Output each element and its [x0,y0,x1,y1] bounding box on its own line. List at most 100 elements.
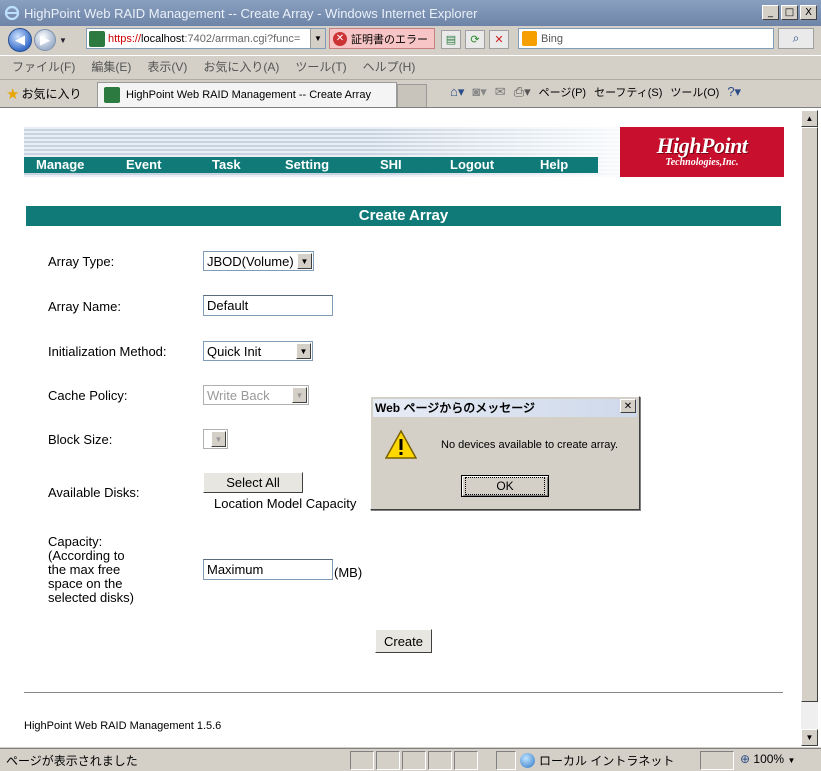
capacity-input[interactable]: Maximum [203,559,333,580]
favorites-button[interactable]: お気に入り [21,85,81,102]
history-dropdown-icon[interactable]: ▼ [59,36,69,45]
url-scheme: https:// [108,32,142,45]
message-dialog: Web ページからのメッセージ ✕ No devices available t… [370,396,640,510]
array-name-input[interactable]: Default [203,295,333,316]
tab-create-array[interactable]: HighPoint Web RAID Management -- Create … [97,82,397,107]
site-banner: Manage Event Task Setting SHI Logout Hel… [24,127,784,179]
cache-policy-label: Cache Policy: [48,388,128,403]
status-text: ページが表示されました [6,753,138,768]
menu-help[interactable]: ヘルプ(H) [363,58,416,75]
nav-manage[interactable]: Manage [36,157,84,173]
cache-policy-value: Write Back [207,387,270,403]
security-zone[interactable]: ローカル イントラネット [520,752,674,769]
init-method-select[interactable]: Quick Init ▼ [203,341,313,361]
url-input[interactable]: https://localhost:7402/arrman.cgi?func= … [86,28,326,49]
select-all-button[interactable]: Select All [203,472,303,493]
close-icon: ✕ [623,400,633,412]
nav-event[interactable]: Event [126,157,161,173]
favorites-star-icon: ★ [6,85,20,103]
help-icon[interactable]: ?▾ [727,84,741,100]
window-titlebar: HighPoint Web RAID Management -- Create … [0,0,821,26]
protected-mode-icon[interactable] [496,751,516,770]
warning-icon [385,429,417,459]
compatibility-view-button[interactable]: ▤ [441,30,461,49]
array-type-value: JBOD(Volume) [207,253,294,269]
command-bar: ⌂▾ ◙▾ ✉ ⎙▾ ページ(P) セーフティ(S) ツール(O) ?▾ [450,84,741,100]
nav-setting[interactable]: Setting [285,157,329,173]
chevron-down-icon[interactable]: ▼ [211,431,226,447]
new-tab-button[interactable] [397,84,427,107]
refresh-button[interactable]: ⟳ [465,30,485,49]
logo-main-text: HighPoint [656,133,748,158]
chevron-down-icon[interactable]: ▼ [292,387,307,403]
block-size-label: Block Size: [48,432,113,447]
menu-tools[interactable]: ツール(T) [295,58,346,75]
page-settings-icon[interactable] [700,751,734,770]
status-cell [428,751,452,770]
feeds-icon[interactable]: ◙▾ [472,84,486,100]
array-type-label: Array Type: [48,254,115,269]
status-bar: ページが表示されました ローカル イントラネット ⊕ 100% ▼ [0,748,821,771]
array-type-select[interactable]: JBOD(Volume) ▼ [203,251,314,271]
search-button[interactable]: ⌕ [778,28,814,49]
forward-arrow-icon: ▶ [40,32,50,47]
close-button[interactable]: X [800,5,817,20]
stop-button[interactable]: ✕ [489,30,509,49]
create-button[interactable]: Create [375,629,432,653]
capacity-label-line: selected disks) [48,590,134,605]
certificate-error-button[interactable]: ✕ 証明書のエラー [329,28,435,49]
search-input[interactable]: Bing [518,28,774,49]
menu-file[interactable]: ファイル(F) [12,58,75,75]
page-title: Create Array [26,206,781,226]
highpoint-logo: HighPoint Technologies,Inc. [620,127,784,177]
capacity-label-line: Capacity: [48,534,103,549]
nav-help[interactable]: Help [540,157,568,173]
scroll-up-icon[interactable]: ▲ [801,110,818,127]
page-menu[interactable]: ページ(P) [539,84,586,100]
tab-favicon-icon [104,87,120,103]
scroll-down-icon[interactable]: ▼ [801,729,818,746]
mail-icon[interactable]: ✉ [495,84,506,100]
chevron-down-icon[interactable]: ▼ [296,343,311,359]
zoom-control[interactable]: ⊕ 100% ▼ [740,752,795,766]
window-title: HighPoint Web RAID Management -- Create … [24,5,478,21]
minimize-button[interactable]: _ [762,5,779,20]
intranet-globe-icon [520,753,535,768]
disk-columns-header: Location Model Capacity [214,496,357,511]
scroll-thumb[interactable] [801,127,818,702]
menu-favorites[interactable]: お気に入り(A) [203,58,279,75]
tools-menu[interactable]: ツール(O) [670,84,719,100]
dialog-ok-button[interactable]: OK [461,475,549,497]
search-placeholder: Bing [541,32,564,45]
cache-policy-select[interactable]: Write Back ▼ [203,385,309,405]
dialog-close-button[interactable]: ✕ [620,399,636,413]
maximize-button[interactable]: □ [781,5,798,20]
nav-logout[interactable]: Logout [450,157,494,173]
chevron-down-icon[interactable]: ▼ [297,253,312,269]
magnifier-icon: ⌕ [792,31,800,45]
forward-button[interactable]: ▶ [34,29,56,51]
nav-task[interactable]: Task [212,157,241,173]
footer-divider [24,692,783,693]
nav-shi[interactable]: SHI [380,157,402,173]
vertical-scrollbar[interactable]: ▲ ▼ [801,110,818,746]
block-size-select[interactable]: ▼ [203,429,228,449]
shield-error-icon: ✕ [333,31,347,46]
ok-label: OK [465,477,545,495]
logo-sub-text: Technologies,Inc. [665,157,739,168]
address-toolbar: ◀ ▶ ▼ https://localhost:7402/arrman.cgi?… [0,26,821,54]
capacity-label-line: (According to [48,548,125,563]
home-icon[interactable]: ⌂▾ [450,84,464,100]
back-button[interactable]: ◀ [8,28,32,52]
zoom-dropdown-icon: ▼ [787,756,796,765]
stop-icon: ✕ [494,34,504,46]
init-method-value: Quick Init [207,343,262,359]
safety-menu[interactable]: セーフティ(S) [594,84,662,100]
available-disks-label: Available Disks: [48,485,140,500]
site-nav: Manage Event Task Setting SHI Logout Hel… [24,157,598,173]
url-host: localhost [141,32,185,45]
menu-view[interactable]: 表示(V) [147,58,187,75]
url-dropdown-icon[interactable]: ▼ [310,29,325,48]
print-icon[interactable]: ⎙▾ [514,84,531,100]
menu-edit[interactable]: 編集(E) [91,58,131,75]
